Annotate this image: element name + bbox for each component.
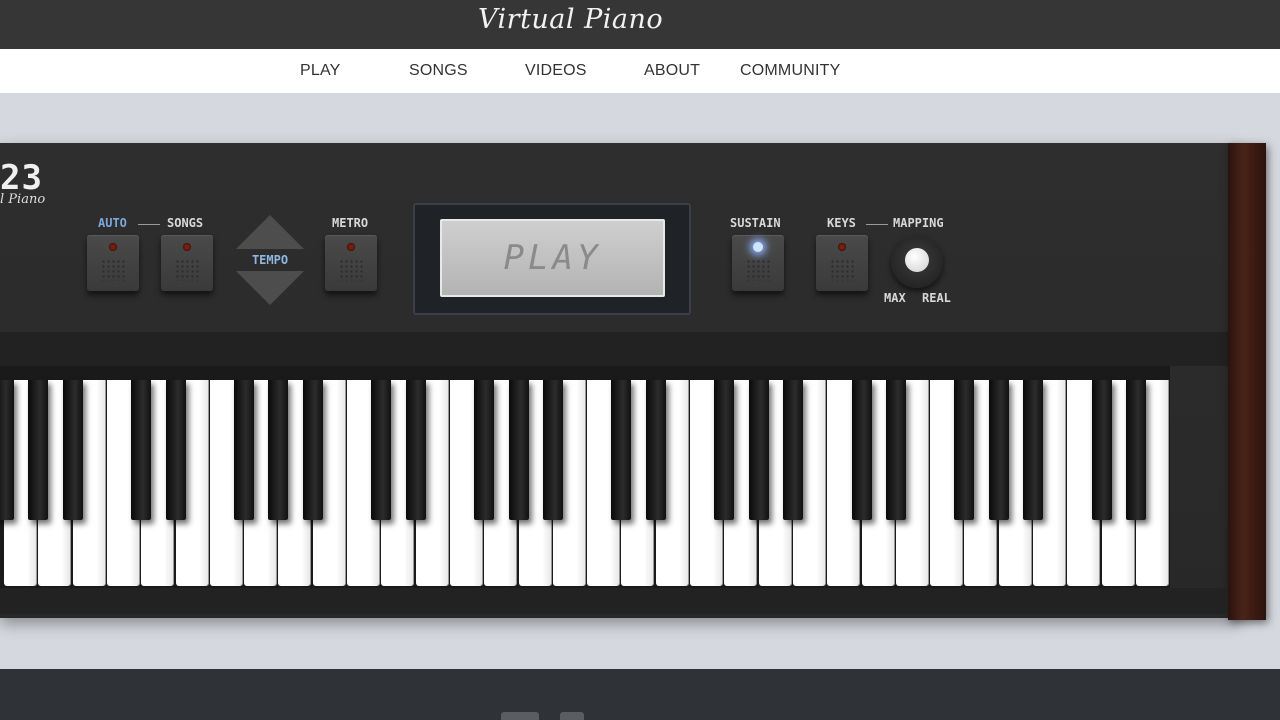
black-key[interactable] — [645, 380, 666, 520]
piano-panel-strip — [0, 332, 1240, 366]
black-key[interactable] — [851, 380, 872, 520]
sustain-led-icon — [753, 242, 763, 252]
nav-about[interactable]: ABOUT — [644, 62, 700, 80]
black-key[interactable] — [234, 380, 255, 520]
songs-button[interactable] — [161, 235, 213, 291]
nav-community[interactable]: COMMUNITY — [740, 62, 840, 80]
auto-button[interactable] — [87, 235, 139, 291]
black-key[interactable] — [714, 380, 735, 520]
max-label: MAX — [884, 291, 906, 305]
site-header: Virtual Piano — [0, 0, 1280, 49]
auto-label: AUTO — [98, 216, 127, 230]
speaker-grille-icon — [339, 259, 363, 281]
piano-brand-name: l Piano — [0, 192, 46, 207]
black-key[interactable] — [988, 380, 1009, 520]
black-key[interactable] — [131, 380, 152, 520]
tempo-up-icon[interactable] — [236, 215, 304, 249]
metro-label: METRO — [332, 216, 369, 230]
nav-play[interactable]: PLAY — [300, 62, 341, 80]
social-icon[interactable] — [560, 712, 584, 720]
black-key[interactable] — [62, 380, 83, 520]
sustain-label: SUSTAIN — [730, 216, 781, 230]
keys-label: KEYS — [827, 216, 856, 230]
black-key[interactable] — [1091, 380, 1112, 520]
black-key[interactable] — [1125, 380, 1146, 520]
lcd-display: PLAY — [440, 219, 665, 297]
mapping-label: MAPPING — [893, 216, 944, 230]
display-text: PLAY — [503, 238, 602, 278]
auto-songs-connector — [138, 224, 160, 225]
social-icon[interactable] — [501, 712, 539, 720]
black-key[interactable] — [782, 380, 803, 520]
black-key[interactable] — [405, 380, 426, 520]
auto-led-icon — [109, 243, 117, 251]
piano-wood-side — [1228, 143, 1266, 620]
keys-button[interactable] — [816, 235, 868, 291]
black-key[interactable] — [611, 380, 632, 520]
speaker-grille-icon — [830, 259, 854, 281]
nav-songs[interactable]: SONGS — [409, 62, 468, 80]
black-key[interactable] — [165, 380, 186, 520]
tempo-down-icon[interactable] — [236, 271, 304, 305]
black-key[interactable] — [268, 380, 289, 520]
keyboard-front-rail — [0, 588, 1228, 614]
metronome-button[interactable] — [325, 235, 377, 291]
metro-led-icon — [347, 243, 355, 251]
tempo-label: TEMPO — [251, 253, 289, 267]
real-label: REAL — [922, 291, 951, 305]
site-logo[interactable]: Virtual Piano — [478, 4, 663, 44]
tempo-control[interactable]: TEMPO — [236, 215, 304, 305]
black-key[interactable] — [885, 380, 906, 520]
nav-videos[interactable]: VIDEOS — [525, 62, 587, 80]
black-key[interactable] — [302, 380, 323, 520]
black-key[interactable] — [371, 380, 392, 520]
knob-cap-icon — [905, 248, 929, 272]
mapping-knob[interactable] — [891, 236, 943, 288]
black-key[interactable] — [474, 380, 495, 520]
black-key[interactable] — [508, 380, 529, 520]
songs-label: SONGS — [167, 216, 204, 230]
black-key[interactable] — [0, 380, 14, 520]
speaker-grille-icon — [101, 259, 125, 281]
black-key[interactable] — [542, 380, 563, 520]
black-key[interactable] — [1023, 380, 1043, 520]
site-footer — [0, 669, 1280, 720]
sustain-button[interactable] — [732, 235, 784, 291]
keys-led-icon — [838, 243, 846, 251]
songs-led-icon — [183, 243, 191, 251]
main-nav: PLAY SONGS VIDEOS ABOUT COMMUNITY — [0, 49, 1280, 93]
speaker-grille-icon — [175, 259, 199, 281]
speaker-grille-icon — [746, 259, 770, 281]
keys-mapping-connector — [866, 224, 888, 225]
black-key[interactable] — [748, 380, 769, 520]
black-key[interactable] — [28, 380, 49, 520]
black-key[interactable] — [954, 380, 975, 520]
